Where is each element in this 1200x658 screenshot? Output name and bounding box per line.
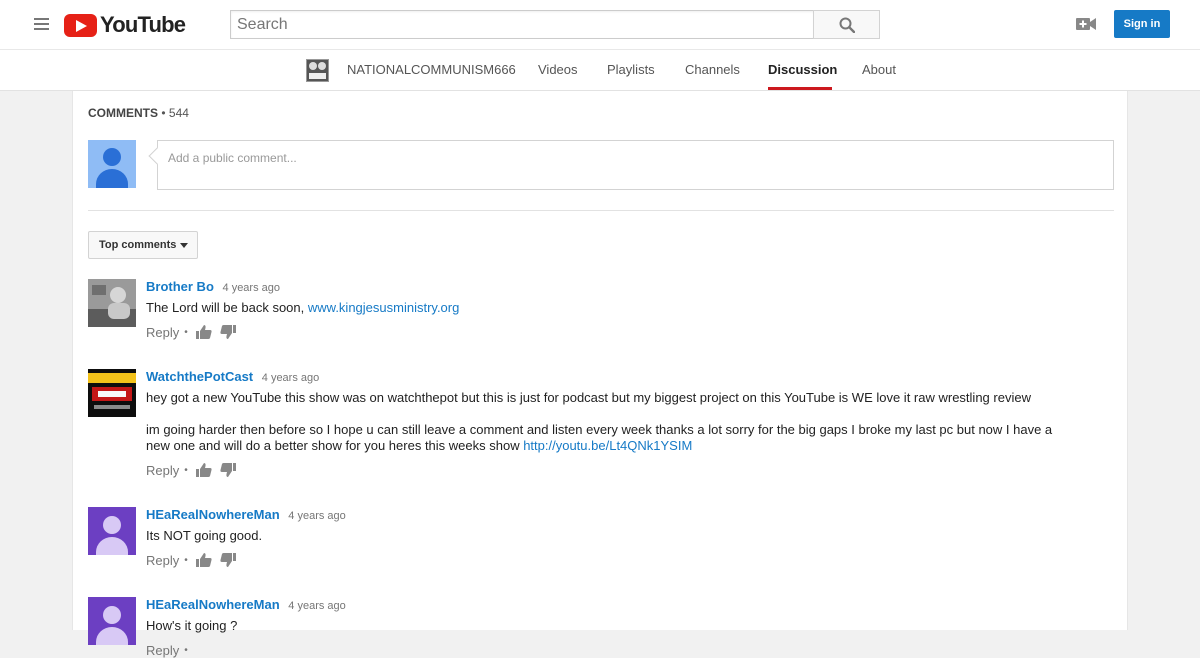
channel-thumbnail[interactable] bbox=[306, 59, 329, 82]
comment-author[interactable]: HEaRealNowhereMan bbox=[146, 597, 280, 612]
comment-author[interactable]: HEaRealNowhereMan bbox=[146, 507, 280, 522]
comment-body: Brother Bo 4 years ago The Lord will be … bbox=[146, 279, 1076, 340]
masthead: YouTube Sign in bbox=[0, 0, 1200, 50]
youtube-play-icon bbox=[64, 13, 97, 37]
comment-author[interactable]: Brother Bo bbox=[146, 279, 214, 294]
comment-timestamp[interactable]: 4 years ago bbox=[262, 372, 319, 384]
sort-comments-button[interactable]: Top comments bbox=[88, 231, 198, 259]
tab-discussion[interactable]: Discussion bbox=[768, 62, 837, 77]
commenter-avatar[interactable] bbox=[88, 507, 136, 555]
caret-down-icon bbox=[180, 243, 188, 248]
comment-text: hey got a new YouTube this show was on w… bbox=[146, 390, 1076, 454]
comment-actions: Reply • bbox=[146, 324, 1076, 340]
tab-channels[interactable]: Channels bbox=[685, 62, 740, 77]
comment-timestamp[interactable]: 4 years ago bbox=[288, 600, 345, 612]
comment-text: Its NOT going good. bbox=[146, 528, 1076, 544]
thumbs-up-icon[interactable] bbox=[195, 324, 212, 340]
comments-count: 544 bbox=[168, 106, 189, 120]
discussion-content: Comments • 544 Top comments Brother Bo 4… bbox=[72, 91, 1128, 658]
commenter-avatar[interactable] bbox=[88, 279, 136, 327]
commenter-avatar[interactable] bbox=[88, 369, 136, 417]
tab-videos[interactable]: Videos bbox=[538, 62, 578, 77]
sign-in-button[interactable]: Sign in bbox=[1114, 10, 1170, 38]
search-input[interactable] bbox=[231, 11, 814, 38]
active-tab-indicator bbox=[768, 87, 832, 90]
photo-avatar-icon bbox=[88, 279, 136, 327]
default-avatar-head bbox=[103, 606, 121, 624]
comment-text-segment: The Lord will be back soon, bbox=[146, 300, 308, 315]
comment-body: WatchthePotCast 4 years ago hey got a ne… bbox=[146, 369, 1076, 478]
commenter-avatar[interactable] bbox=[88, 597, 136, 645]
reply-button[interactable]: Reply bbox=[146, 463, 179, 478]
divider bbox=[88, 210, 1114, 211]
default-avatar-body bbox=[96, 537, 128, 555]
comment-box[interactable] bbox=[157, 140, 1114, 190]
comments-label: Comments bbox=[88, 106, 158, 120]
comment-actions: Reply • bbox=[146, 462, 1076, 478]
reply-button[interactable]: Reply bbox=[146, 553, 179, 568]
comment-link[interactable]: http://youtu.be/Lt4QNk1YSIM bbox=[523, 438, 692, 453]
sort-label: Top comments bbox=[99, 239, 177, 251]
comment-actions: Reply • bbox=[146, 552, 1076, 568]
comment-item: HEaRealNowhereMan 4 years ago How's it g… bbox=[88, 597, 1118, 658]
thumbs-down-icon[interactable] bbox=[220, 552, 236, 568]
thumbs-down-icon[interactable] bbox=[220, 462, 236, 478]
search-box bbox=[230, 10, 814, 39]
comment-item: HEaRealNowhereMan 4 years ago Its NOT go… bbox=[88, 507, 1118, 568]
search-icon bbox=[839, 17, 855, 33]
thumbs-up-icon[interactable] bbox=[195, 552, 212, 568]
hamburger-menu-icon[interactable] bbox=[34, 18, 49, 30]
comment-text: The Lord will be back soon, www.kingjesu… bbox=[146, 300, 1076, 316]
comment-paragraph: How's it going ? bbox=[146, 618, 238, 633]
channel-nav: NATIONALCOMMUNISM666 Videos Playlists Ch… bbox=[0, 50, 1200, 91]
comment-body: HEaRealNowhereMan 4 years ago Its NOT go… bbox=[146, 507, 1076, 568]
comment-actions: Reply • bbox=[146, 642, 1076, 658]
bullet-separator: • bbox=[184, 464, 188, 476]
thumbs-down-icon[interactable] bbox=[220, 324, 236, 340]
comment-paragraph: Its NOT going good. bbox=[146, 528, 263, 543]
comment-timestamp[interactable]: 4 years ago bbox=[288, 510, 345, 522]
youtube-logo[interactable]: YouTube bbox=[64, 12, 186, 37]
tab-about[interactable]: About bbox=[862, 62, 896, 77]
comment-text: How's it going ? bbox=[146, 618, 1076, 634]
upload-video-icon[interactable] bbox=[1076, 16, 1096, 32]
logo-text: YouTube bbox=[100, 12, 186, 37]
tab-playlists[interactable]: Playlists bbox=[607, 62, 655, 77]
comment-timestamp[interactable]: 4 years ago bbox=[223, 282, 280, 294]
channel-art-avatar-icon bbox=[88, 369, 136, 417]
reply-button[interactable]: Reply bbox=[146, 643, 179, 658]
channel-name-link[interactable]: NATIONALCOMMUNISM666 bbox=[347, 62, 516, 77]
search-button[interactable] bbox=[813, 10, 880, 39]
default-avatar-head bbox=[103, 516, 121, 534]
bullet-separator: • bbox=[184, 644, 188, 656]
user-avatar bbox=[88, 140, 136, 188]
bullet-separator: • bbox=[184, 326, 188, 338]
thumbs-up-icon[interactable] bbox=[195, 462, 212, 478]
comment-input[interactable] bbox=[168, 151, 1068, 165]
comment-author[interactable]: WatchthePotCast bbox=[146, 369, 253, 384]
comment-body: HEaRealNowhereMan 4 years ago How's it g… bbox=[146, 597, 1076, 658]
reply-button[interactable]: Reply bbox=[146, 325, 179, 340]
bullet-separator: • bbox=[184, 554, 188, 566]
comments-header: Comments • 544 bbox=[88, 106, 189, 120]
comment-paragraph: hey got a new YouTube this show was on w… bbox=[146, 390, 1031, 405]
comments-separator: • bbox=[161, 106, 166, 120]
comment-link[interactable]: www.kingjesusministry.org bbox=[308, 300, 459, 315]
